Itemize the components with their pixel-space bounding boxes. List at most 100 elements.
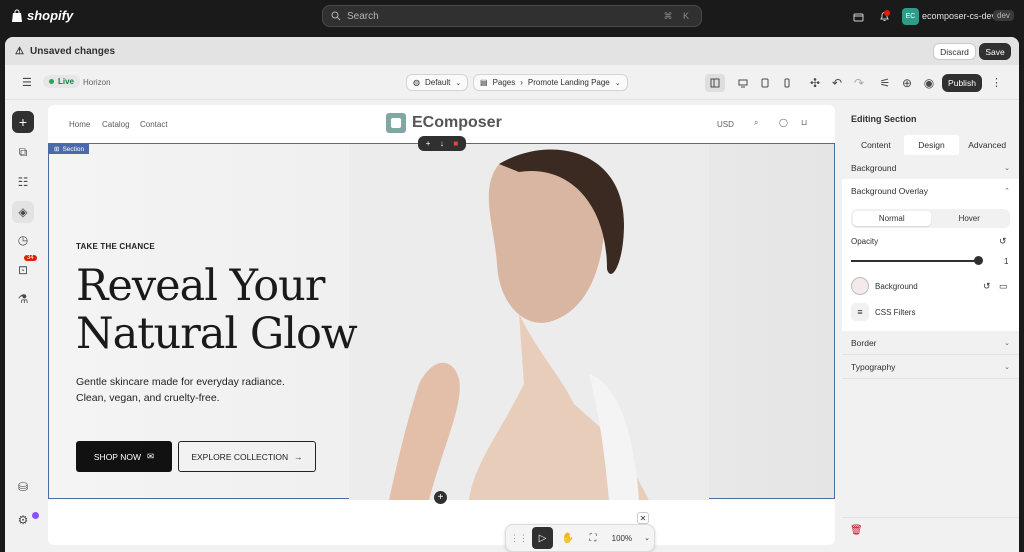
explore-label: EXPLORE COLLECTION [191,451,289,462]
magic-wand-icon[interactable]: ⚗ [12,288,34,310]
opacity-slider-thumb[interactable] [974,256,983,265]
search-placeholder: Search [347,10,379,22]
page-name: Promote Landing Page [527,78,610,87]
trash-icon[interactable]: 🗑 [850,525,863,536]
add-section-button[interactable]: + [434,491,447,504]
gear-icon[interactable]: ⚙ [12,509,34,531]
background-accordion[interactable]: Background ⌄ [842,157,1019,180]
chevron-right-icon: › [520,78,523,87]
layers-list-icon[interactable]: ☷ [12,171,34,193]
publish-button[interactable]: Publish [942,74,982,92]
store-name[interactable]: ecomposer-cs-dev [922,11,996,21]
shopify-topbar: shopify Search ⌘ K EC ecomposer-cs-dev d… [0,0,1024,33]
state-tab-hover[interactable]: Hover [931,211,1009,226]
settings-sliders-icon[interactable]: ⚟ [875,74,895,92]
nav-link-catalog[interactable]: Catalog [102,120,130,129]
preview-eye-icon[interactable]: ◉ [919,74,939,92]
filters-icon[interactable]: ≡ [851,303,869,321]
warning-icon: ⚠ [15,45,24,57]
search-icon [331,11,341,21]
shopify-logo[interactable]: shopify [11,8,73,23]
pointer-tool-icon[interactable]: ▷ [532,527,554,549]
nav-link-home[interactable]: Home [69,120,90,129]
shop-now-label: SHOP NOW [93,451,141,462]
zoom-bar-close-icon[interactable]: ✕ [637,512,649,524]
desktop-icon[interactable] [733,74,753,92]
mobile-icon[interactable] [777,74,797,92]
chevron-down-icon[interactable]: ⌄ [644,534,650,542]
state-tabs: Normal Hover [851,209,1010,228]
cart-icon[interactable]: ⊔ [801,118,807,127]
arrow-right-icon: → [294,451,303,462]
account-icon[interactable]: ◯ [779,118,788,127]
tab-design[interactable]: Design [903,135,960,155]
shop-now-button[interactable]: SHOP NOW ✉ [76,441,172,472]
undo-icon[interactable]: ↶ [827,74,847,92]
more-options-icon[interactable]: ⋮ [991,76,1002,89]
drag-handle-icon[interactable]: ⋮⋮ [510,533,528,544]
magic-icon[interactable]: ✣ [805,74,825,92]
explore-collection-button[interactable]: EXPLORE COLLECTION → [178,441,316,472]
store-icon[interactable] [850,8,866,24]
tablet-icon[interactable] [755,74,775,92]
section-tag-label: Section [62,145,85,153]
device-responsive-icon[interactable]: ▭ [999,281,1008,292]
typography-label: Typography [851,362,896,372]
discard-button[interactable]: Discard [933,43,976,60]
hero-section[interactable]: ⊞ Section + ↓ ■ TAKE THE CHANCE Reveal Y… [48,136,835,500]
css-filters-label[interactable]: CSS Filters [875,308,915,317]
template-select[interactable]: ◍ Default ⌄ [406,74,469,91]
editor-toolbar: ☰ Live Horizon ◍ Default ⌄ ▤ Pages › Pro… [5,66,1019,100]
menu-icon[interactable]: ☰ [22,76,32,89]
search-input[interactable]: Search ⌘ K [322,5,702,27]
theme-name: Horizon [83,78,111,87]
site-logo[interactable]: EComposer [386,113,502,133]
add-icon[interactable]: + [426,139,431,148]
tab-content[interactable]: Content [848,135,904,155]
border-accordion[interactable]: Border ⌄ [842,332,1019,355]
background-color-swatch[interactable] [851,277,869,295]
hand-tool-icon[interactable]: ✋ [557,527,578,549]
delete-icon[interactable]: ■ [453,139,458,148]
save-button[interactable]: Save [979,43,1011,60]
tab-advanced[interactable]: Advanced [959,135,1015,155]
overlay-background-label: Background [875,282,918,291]
library-icon[interactable]: ◈ [12,201,34,223]
state-tab-normal[interactable]: Normal [853,211,931,226]
background-overlay-label: Background Overlay [851,185,929,196]
globe-icon: ◍ [413,78,420,87]
opacity-slider-track[interactable] [851,260,978,262]
typography-accordion[interactable]: Typography ⌄ [842,356,1019,379]
database-icon[interactable]: ⛁ [12,476,34,498]
zoom-level[interactable]: 100% [612,534,632,543]
panel-divider [842,517,1019,518]
store-avatar[interactable]: EC [902,8,919,25]
history-icon[interactable]: ◷ [12,229,34,251]
panel-tabs: Content Design Advanced [848,135,1015,155]
add-element-icon[interactable]: + [12,111,34,133]
zoom-search-icon[interactable]: ⊕ [897,74,917,92]
currency-select[interactable]: USD [717,120,734,129]
integrations-icon[interactable]: ⊡ [12,259,34,281]
reset-icon[interactable]: ↺ [999,236,1007,247]
border-label: Border [851,338,877,348]
section-tag[interactable]: ⊞ Section [49,144,90,154]
layout-toggle-icon[interactable] [705,74,725,92]
site-search-icon[interactable]: ⌕ [754,118,758,128]
hero-model-image [349,144,709,500]
move-down-icon[interactable]: ↓ [440,139,444,148]
fit-screen-icon[interactable]: ⛶ [582,527,603,549]
ecomposer-logo-icon [386,113,406,133]
unsaved-bar: ⚠ Unsaved changes [5,37,1019,65]
page-icon: ▤ [480,78,488,87]
reset-icon[interactable]: ↺ [983,281,991,292]
subcopy-line-2: Clean, vegan, and cruelty-free. [76,392,220,404]
opacity-value[interactable]: 1 [1004,257,1008,266]
background-overlay-accordion[interactable]: Background Overlay ⌃ [842,179,1019,202]
background-overlay-group: Background Overlay ⌃ Normal Hover Opacit… [842,179,1019,331]
page-select[interactable]: ▤ Pages › Promote Landing Page ⌄ [473,74,628,91]
sections-icon[interactable]: ⧉ [12,141,34,163]
redo-icon[interactable]: ↷ [849,74,869,92]
hero-headline: Reveal Your Natural Glow [76,262,358,358]
nav-link-contact[interactable]: Contact [140,120,168,129]
